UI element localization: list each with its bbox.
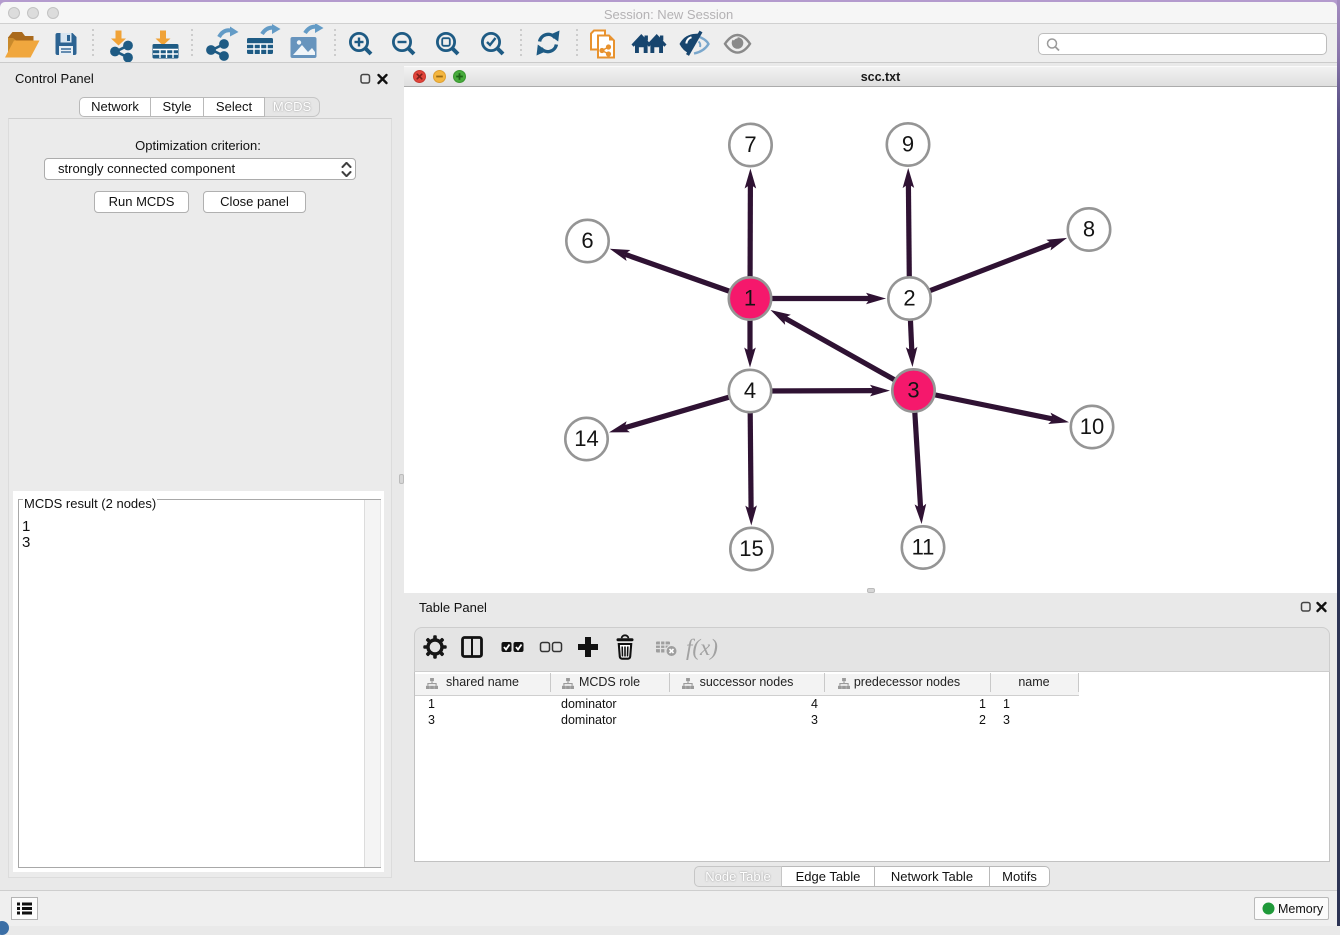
svg-text:7: 7	[744, 132, 756, 157]
svg-text:3: 3	[907, 378, 919, 403]
svg-text:4: 4	[744, 378, 756, 403]
svg-text:8: 8	[1083, 217, 1095, 242]
svg-text:f(x): f(x)	[686, 635, 718, 660]
svg-text:15: 15	[739, 536, 763, 561]
svg-text:Memory: Memory	[1278, 902, 1324, 916]
svg-text:10: 10	[1080, 414, 1104, 439]
svg-text:14: 14	[574, 426, 598, 451]
svg-text:2: 2	[903, 286, 915, 311]
svg-text:1: 1	[744, 286, 756, 311]
svg-text:11: 11	[912, 535, 935, 560]
svg-text:9: 9	[902, 132, 914, 157]
svg-text:6: 6	[581, 228, 593, 253]
